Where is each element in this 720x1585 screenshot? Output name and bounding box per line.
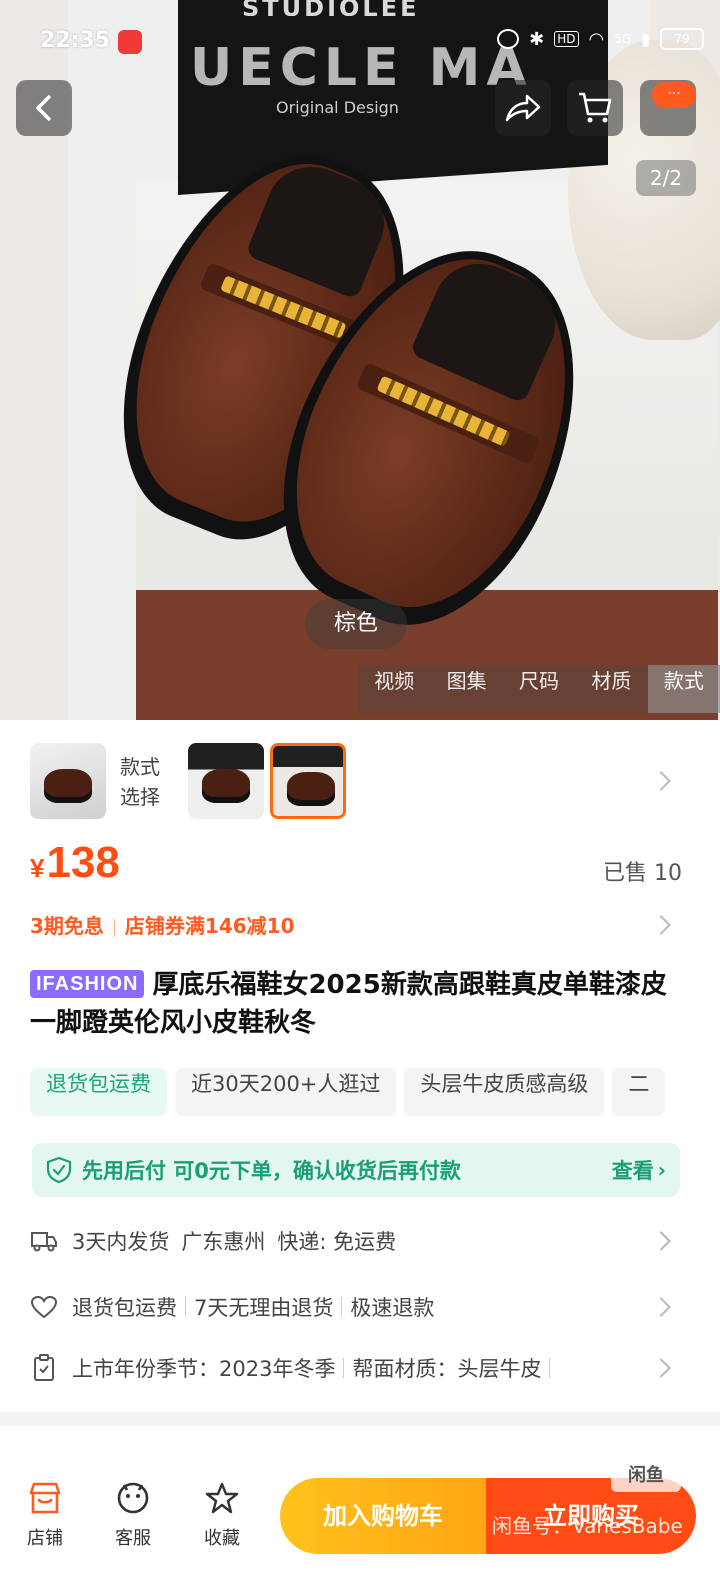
status-bar: 22:35 ✱ HD ◠ 5G ▮ 79 (0, 0, 720, 70)
pay-later-text: 先用后付 可0元下单，确认收货后再付款 (82, 1159, 461, 1183)
heart-icon (30, 1293, 58, 1321)
variant-thumbnail-3-selected[interactable] (270, 743, 346, 819)
watermark-logo: 闲鱼 (611, 1460, 681, 1492)
tab-style[interactable]: 款式 (647, 665, 720, 713)
return-fast-refund: 极速退款 (350, 1296, 435, 1320)
watermark-text: 闲鱼号：VanesBabe (492, 1514, 683, 1538)
return-7day: 7天无理由退货 (194, 1296, 334, 1320)
chip-leather[interactable]: 头层牛皮质感高级 (404, 1068, 605, 1116)
tab-material[interactable]: 材质 (575, 665, 647, 713)
price-currency: ¥ (30, 853, 45, 883)
hd-icon: HD (554, 31, 579, 47)
tab-video[interactable]: 视频 (358, 665, 430, 713)
store-label: 店铺 (27, 1528, 63, 1549)
share-button[interactable] (495, 80, 551, 136)
chevron-left-icon (36, 95, 51, 121)
favorite-button[interactable]: 收藏 (187, 1478, 257, 1550)
clipboard-icon (30, 1354, 58, 1382)
tab-gallery[interactable]: 图集 (430, 665, 502, 713)
image-page-indicator: 2/2 (636, 160, 696, 196)
coupon-label: 店铺券满146减10 (124, 914, 295, 938)
pay-later-view-link[interactable]: 查看 (612, 1155, 654, 1185)
ifashion-tag: IFASHION (30, 970, 145, 998)
sold-count: 已售 10 (603, 861, 682, 886)
spec-season: 上市年份季节：2023年冬季 (72, 1357, 336, 1381)
variant-thumbnail-2[interactable] (188, 743, 264, 819)
back-button[interactable] (16, 80, 72, 136)
shipping-days: 3天内发货 (72, 1230, 170, 1254)
shield-check-icon (46, 1156, 72, 1184)
service-label: 客服 (115, 1528, 151, 1549)
returns-row[interactable]: 退货包运费 7天无理由退货 极速退款 (30, 1287, 690, 1327)
color-label-pill: 棕色 (305, 599, 407, 649)
product-title: IFASHION 厚底乐福鞋女2025新款高跟鞋真皮单鞋漆皮一脚蹬英伦风小皮鞋秋冬 (30, 966, 690, 1042)
service-icon (117, 1482, 149, 1514)
add-to-cart-button[interactable]: 加入购物车 (280, 1478, 486, 1554)
store-icon (29, 1482, 61, 1514)
signal-bars-icon: ▮ (641, 29, 650, 49)
music-app-icon (118, 30, 142, 54)
feature-chips: 退货包运费 近30天200+人逛过 头层牛皮质感高级二 (30, 1068, 720, 1118)
variant-thumbnail-1[interactable] (30, 743, 106, 819)
cart-button[interactable] (567, 80, 623, 136)
variant-select-label[interactable]: 款式选择 (120, 752, 176, 812)
shipping-row[interactable]: 3天内发货 广东惠州 快递: 免运费 (30, 1221, 690, 1261)
star-icon (205, 1482, 239, 1514)
truck-icon (30, 1227, 58, 1255)
signal-5g-icon: 5G (614, 32, 632, 46)
chevron-right-icon[interactable] (651, 915, 671, 935)
return-shipping: 退货包运费 (72, 1296, 177, 1320)
section-divider (0, 1412, 720, 1426)
share-icon (505, 94, 541, 122)
store-button[interactable]: 店铺 (10, 1478, 80, 1550)
chip-free-return[interactable]: 退货包运费 (30, 1068, 167, 1116)
battery-icon: 79 (660, 28, 704, 50)
tab-size[interactable]: 尺码 (503, 665, 575, 713)
specs-row[interactable]: 上市年份季节：2023年冬季 帮面材质：头层牛皮 (30, 1348, 690, 1388)
product-price: ¥138 (30, 838, 120, 888)
cart-icon (579, 92, 612, 123)
chevron-right-icon[interactable] (651, 771, 671, 791)
media-tabs: 视频 图集 尺码 材质 款式 (358, 665, 720, 713)
pay-later-banner[interactable]: 先用后付 可0元下单，确认收货后再付款 查看 › (32, 1143, 680, 1197)
favorite-label: 收藏 (204, 1528, 240, 1549)
promo-row[interactable]: 3期免息 店铺券满146减10 (30, 910, 295, 939)
alarm-icon (497, 29, 520, 49)
status-time: 22:35 (40, 28, 111, 53)
customer-service-button[interactable]: 客服 (98, 1478, 168, 1550)
bluetooth-icon: ✱ (529, 28, 545, 50)
wifi-icon: ◠ (588, 28, 605, 50)
more-menu-badge: ··· (652, 82, 696, 108)
box-brand-subtitle: Original Design (276, 98, 399, 117)
shipping-fee: 快递: 免运费 (277, 1230, 397, 1254)
chevron-right-icon: › (657, 1158, 666, 1182)
chip-views[interactable]: 近30天200+人逛过 (175, 1068, 397, 1116)
spec-material: 帮面材质：头层牛皮 (352, 1357, 542, 1381)
installment-label: 3期免息 (30, 914, 104, 938)
chip-more[interactable]: 二 (612, 1068, 666, 1116)
price-amount: 138 (46, 838, 120, 887)
shipping-location: 广东惠州 (181, 1230, 266, 1254)
